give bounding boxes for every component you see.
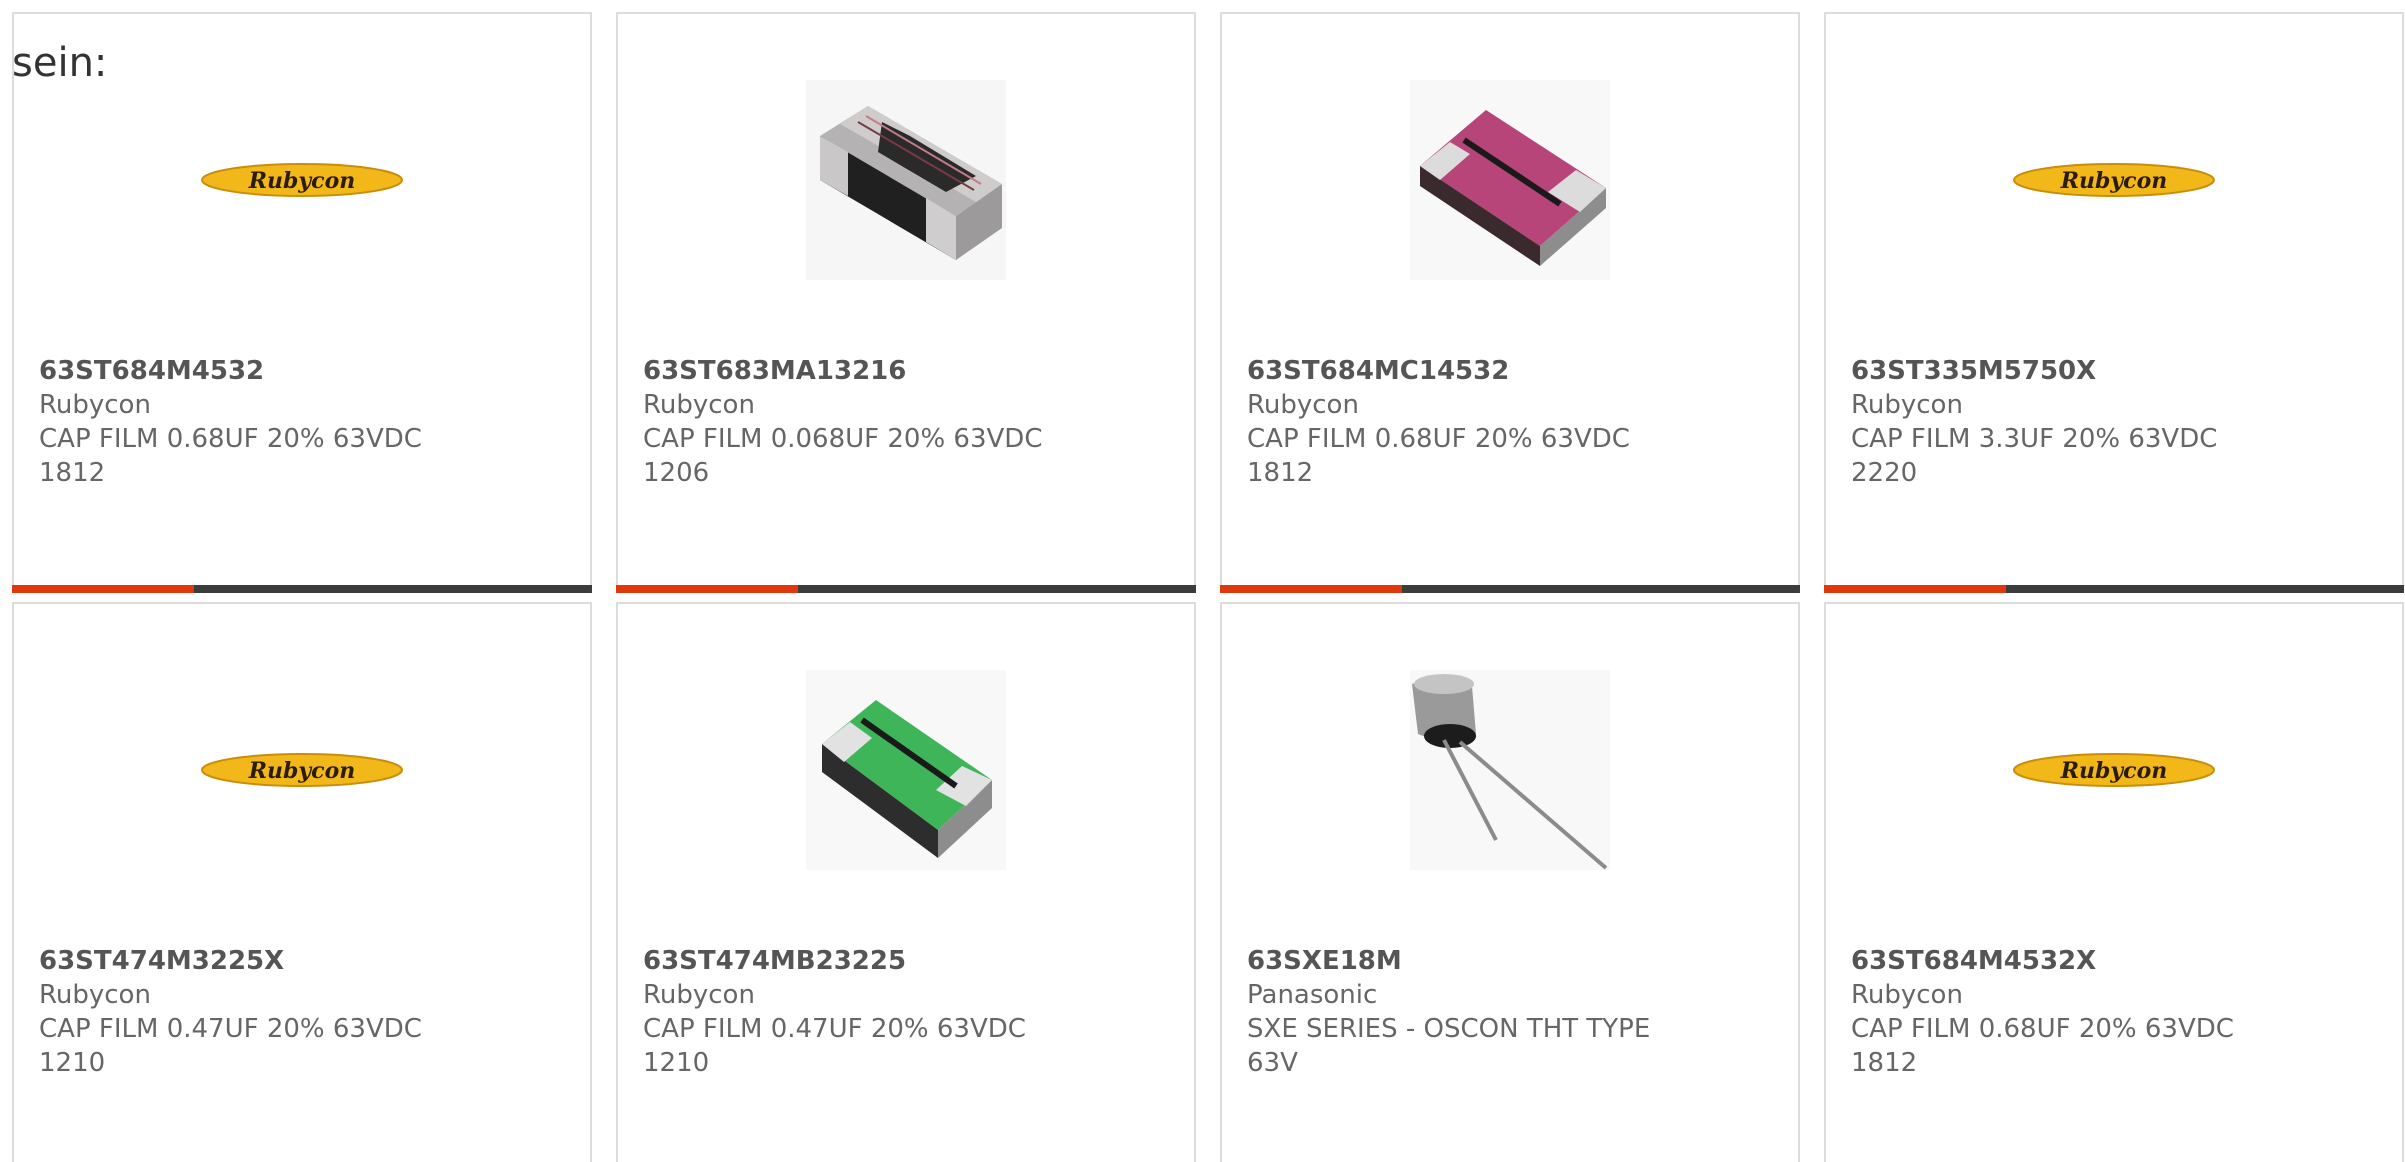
part-number[interactable]: 63ST335M5750X	[1851, 354, 2382, 388]
part-number[interactable]: 63ST683MA13216	[643, 354, 1174, 388]
part-number[interactable]: 63ST684MC14532	[1247, 354, 1778, 388]
manufacturer: Panasonic	[1247, 980, 1378, 1010]
product-image	[618, 80, 1194, 280]
package: 1812	[39, 458, 106, 488]
description: CAP FILM 3.3UF 20% 63VDC	[1851, 424, 2218, 454]
part-number[interactable]: 63ST684M4532X	[1851, 944, 2382, 978]
product-info: 63ST684M4532 Rubycon CAP FILM 0.68UF 20%…	[39, 354, 570, 490]
product-image: Rubycon	[1826, 670, 2402, 870]
logo-text: Rubycon	[248, 758, 356, 784]
radial-electrolytic-capacitor-image	[1410, 670, 1610, 870]
product-info: 63ST684M4532X Rubycon CAP FILM 0.68UF 20…	[1851, 944, 2382, 1080]
product-info: 63ST474M3225X Rubycon CAP FILM 0.47UF 20…	[39, 944, 570, 1080]
product-image: Rubycon	[1826, 80, 2402, 280]
package: 1812	[1851, 1048, 1918, 1078]
description: CAP FILM 0.68UF 20% 63VDC	[1851, 1014, 2234, 1044]
manufacturer: Rubycon	[643, 980, 755, 1010]
logo-text: Rubycon	[2060, 168, 2168, 194]
manufacturer: Rubycon	[39, 390, 151, 420]
product-grid: Rubycon 63ST684M4532 Rubycon CAP FILM 0.…	[12, 12, 2404, 1162]
part-number[interactable]: 63SXE18M	[1247, 944, 1778, 978]
product-card[interactable]: 63ST474MB23225 Rubycon CAP FILM 0.47UF 2…	[616, 602, 1196, 1162]
product-card[interactable]: Rubycon 63ST474M3225X Rubycon CAP FILM 0…	[12, 602, 592, 1162]
rubycon-logo: Rubycon	[2013, 753, 2215, 787]
description: CAP FILM 0.68UF 20% 63VDC	[1247, 424, 1630, 454]
card-accent	[1220, 585, 1402, 593]
description: CAP FILM 0.068UF 20% 63VDC	[643, 424, 1043, 454]
card-bottom-bar	[1824, 585, 2404, 593]
package: 1210	[643, 1048, 710, 1078]
card-accent	[12, 585, 194, 593]
product-image: Rubycon	[14, 670, 590, 870]
dark-film-capacitor-image	[806, 80, 1006, 280]
product-info: 63SXE18M Panasonic SXE SERIES - OSCON TH…	[1247, 944, 1778, 1080]
manufacturer: Rubycon	[1851, 390, 1963, 420]
package: 1210	[39, 1048, 106, 1078]
product-info: 63ST683MA13216 Rubycon CAP FILM 0.068UF …	[643, 354, 1174, 490]
description: SXE SERIES - OSCON THT TYPE	[1247, 1014, 1651, 1044]
package: 1206	[643, 458, 710, 488]
card-accent	[1824, 585, 2006, 593]
product-info: 63ST335M5750X Rubycon CAP FILM 3.3UF 20%…	[1851, 354, 2382, 490]
product-image	[618, 670, 1194, 870]
green-film-capacitor-image	[806, 670, 1006, 870]
product-card[interactable]: Rubycon 63ST684M4532X Rubycon CAP FILM 0…	[1824, 602, 2404, 1162]
product-card[interactable]: 63ST683MA13216 Rubycon CAP FILM 0.068UF …	[616, 12, 1196, 593]
product-card[interactable]: Rubycon 63ST684M4532 Rubycon CAP FILM 0.…	[12, 12, 592, 593]
card-bottom-bar	[616, 585, 1196, 593]
part-number[interactable]: 63ST474M3225X	[39, 944, 570, 978]
product-card[interactable]: 63SXE18M Panasonic SXE SERIES - OSCON TH…	[1220, 602, 1800, 1162]
product-card[interactable]: 63ST684MC14532 Rubycon CAP FILM 0.68UF 2…	[1220, 12, 1800, 593]
package: 63V	[1247, 1048, 1298, 1078]
description: CAP FILM 0.47UF 20% 63VDC	[39, 1014, 422, 1044]
product-info: 63ST684MC14532 Rubycon CAP FILM 0.68UF 2…	[1247, 354, 1778, 490]
rubycon-logo: Rubycon	[201, 163, 403, 197]
description: CAP FILM 0.47UF 20% 63VDC	[643, 1014, 1026, 1044]
package: 2220	[1851, 458, 1918, 488]
product-image: Rubycon	[14, 80, 590, 280]
rubycon-logo: Rubycon	[2013, 163, 2215, 197]
product-card[interactable]: Rubycon 63ST335M5750X Rubycon CAP FILM 3…	[1824, 12, 2404, 593]
manufacturer: Rubycon	[1247, 390, 1359, 420]
part-number[interactable]: 63ST474MB23225	[643, 944, 1174, 978]
card-accent	[616, 585, 798, 593]
pink-film-capacitor-image	[1410, 80, 1610, 280]
product-info: 63ST474MB23225 Rubycon CAP FILM 0.47UF 2…	[643, 944, 1174, 1080]
rubycon-logo: Rubycon	[201, 753, 403, 787]
logo-text: Rubycon	[248, 168, 356, 194]
product-image	[1222, 80, 1798, 280]
manufacturer: Rubycon	[643, 390, 755, 420]
package: 1812	[1247, 458, 1314, 488]
card-bottom-bar	[12, 585, 592, 593]
manufacturer: Rubycon	[39, 980, 151, 1010]
logo-text: Rubycon	[2060, 758, 2168, 784]
part-number[interactable]: 63ST684M4532	[39, 354, 570, 388]
manufacturer: Rubycon	[1851, 980, 1963, 1010]
intro-text: sein:	[12, 40, 108, 86]
product-grid-page: sein: Rubycon 63ST684M4532 Rubycon CAP F…	[0, 0, 2405, 1162]
card-bottom-bar	[1220, 585, 1800, 593]
description: CAP FILM 0.68UF 20% 63VDC	[39, 424, 422, 454]
product-image	[1222, 670, 1798, 870]
